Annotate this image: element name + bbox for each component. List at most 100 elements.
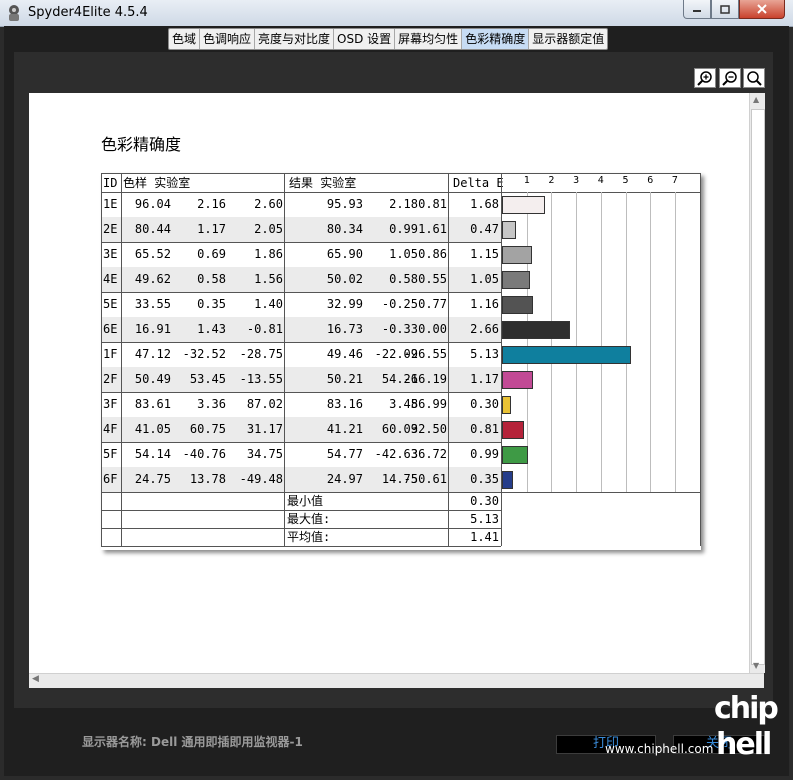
tab-4[interactable]: 屏幕均匀性 [395,29,463,49]
header-result: 结果 实验室 [289,176,357,190]
tab-6[interactable]: 显示器额定值 [529,29,607,49]
zoom-fit-button[interactable] [743,68,765,88]
sample-lab-value: 96.04 [134,197,171,211]
table-divider [448,174,449,546]
tab-0[interactable]: 色域 [169,29,201,49]
scroll-down-icon[interactable]: ▼ [753,661,759,670]
scroll-up-icon[interactable]: ▲ [753,95,759,104]
minimize-button[interactable] [683,0,711,19]
sample-lab-value: 65.52 [134,247,171,261]
sample-lab-value: 2.16 [197,197,226,211]
delta-e-bar [502,196,546,214]
result-lab-value: 49.46 [326,347,363,361]
sample-lab-value: 1.43 [197,322,226,336]
delta-e-value: 1.15 [470,247,499,261]
delta-e-value: 2.66 [470,322,499,336]
result-lab-value: 24.97 [326,472,363,486]
scroll-left-icon[interactable]: ◀ [32,674,39,684]
delta-e-bar [502,471,513,489]
tab-3[interactable]: OSD 设置 [334,29,396,49]
sample-lab-value: 54.14 [134,447,171,461]
result-lab-value: -26.55 [403,347,447,361]
delta-e-bar [502,371,533,389]
chart-gridline [650,192,652,492]
table-divider [284,174,285,546]
sample-lab-value: -32.52 [182,347,226,361]
chart-bottom-line [501,492,701,493]
tab-5[interactable]: 色彩精确度 [462,29,530,49]
chart-scale-label: 1 [523,175,530,186]
maximize-icon [720,4,730,14]
report-title: 色彩精确度 [101,135,182,154]
tab-1[interactable]: 色调响应 [200,29,256,49]
sample-lab-value: 1.56 [254,272,283,286]
sample-lab-value: 87.02 [246,397,283,411]
delta-e-bar [502,221,516,239]
row-id: 1E [103,197,118,211]
row-id: 5F [103,447,118,461]
result-lab-value: 1.61 [418,222,447,236]
sample-lab-value: 16.91 [134,322,171,336]
table-header [101,174,701,193]
vertical-scrollbar[interactable]: ▲ ▼ [749,93,765,673]
report-page: 色彩精确度 ID 色样 实验室 结果 实验室 Delta E 1 2 3 4 5 6 7 1E 96.0… [29,93,749,673]
sample-lab-value: 0.58 [197,272,226,286]
row-id: 4F [103,422,118,436]
result-lab-value: 0.81 [418,197,447,211]
result-lab-value: 65.90 [326,247,363,261]
row-id: 2F [103,372,118,386]
vertical-scroll-thumb[interactable] [751,109,765,665]
sample-lab-value: 83.61 [134,397,171,411]
result-lab-value: -16.19 [403,372,447,386]
row-id: 4E [103,272,118,286]
sample-lab-value: -13.55 [239,372,283,386]
minimize-icon [693,10,701,12]
sample-lab-value: 24.75 [134,472,171,486]
chiphell-logo: chip hell [714,691,780,762]
chart-scale-label: 2 [548,175,555,186]
close-window-button[interactable] [739,0,785,19]
sample-lab-value: 0.69 [197,247,226,261]
zoom-out-button[interactable] [719,68,741,88]
chart-scale-label: 5 [622,175,629,186]
maximize-button[interactable] [711,0,739,19]
summary-value: 0.30 [470,494,499,508]
sample-lab-value: 3.36 [197,397,226,411]
chart-gridline [625,192,627,492]
delta-e-value: 0.30 [470,397,499,411]
zoom-out-icon [722,71,737,86]
sample-lab-value: 1.86 [254,247,283,261]
zoom-in-button[interactable] [694,68,716,88]
result-lab-value: 36.72 [410,447,447,461]
result-lab-value: 95.93 [326,197,363,211]
chart-scale-label: 7 [671,175,678,186]
svg-text:chip: chip [714,691,778,726]
delta-e-bar [502,396,512,414]
close-icon [757,4,767,14]
sample-lab-value: -28.75 [239,347,283,361]
delta-e-bar [502,421,524,439]
delta-e-value: 1.16 [470,297,499,311]
zoom-in-icon [697,71,712,86]
result-lab-value: 41.21 [326,422,363,436]
row-id: 3F [103,397,118,411]
delta-e-bar [502,246,533,264]
result-lab-value: 86.99 [410,397,447,411]
result-lab-value: 0.86 [418,247,447,261]
horizontal-scrollbar[interactable]: ◀ [29,673,764,688]
table-divider [700,174,701,546]
chart-gridline [576,192,578,492]
delta-e-value: 5.13 [470,347,499,361]
sample-lab-value: -49.48 [239,472,283,486]
result-lab-value: 32.99 [326,297,363,311]
magnifier-icon [747,71,762,86]
color-accuracy-table: ID 色样 实验室 结果 实验室 Delta E 1 2 3 4 5 6 7 1E 96.04 2.16 2… [101,173,701,550]
sample-lab-value: 80.44 [134,222,171,236]
delta-e-value: 1.17 [470,372,499,386]
tab-2[interactable]: 亮度与对比度 [255,29,335,49]
spyder-app-icon [9,5,19,21]
sample-lab-value: 49.62 [134,272,171,286]
chart-scale-label: 4 [597,175,604,186]
sample-lab-value: 1.40 [254,297,283,311]
sample-lab-value: 0.35 [197,297,226,311]
